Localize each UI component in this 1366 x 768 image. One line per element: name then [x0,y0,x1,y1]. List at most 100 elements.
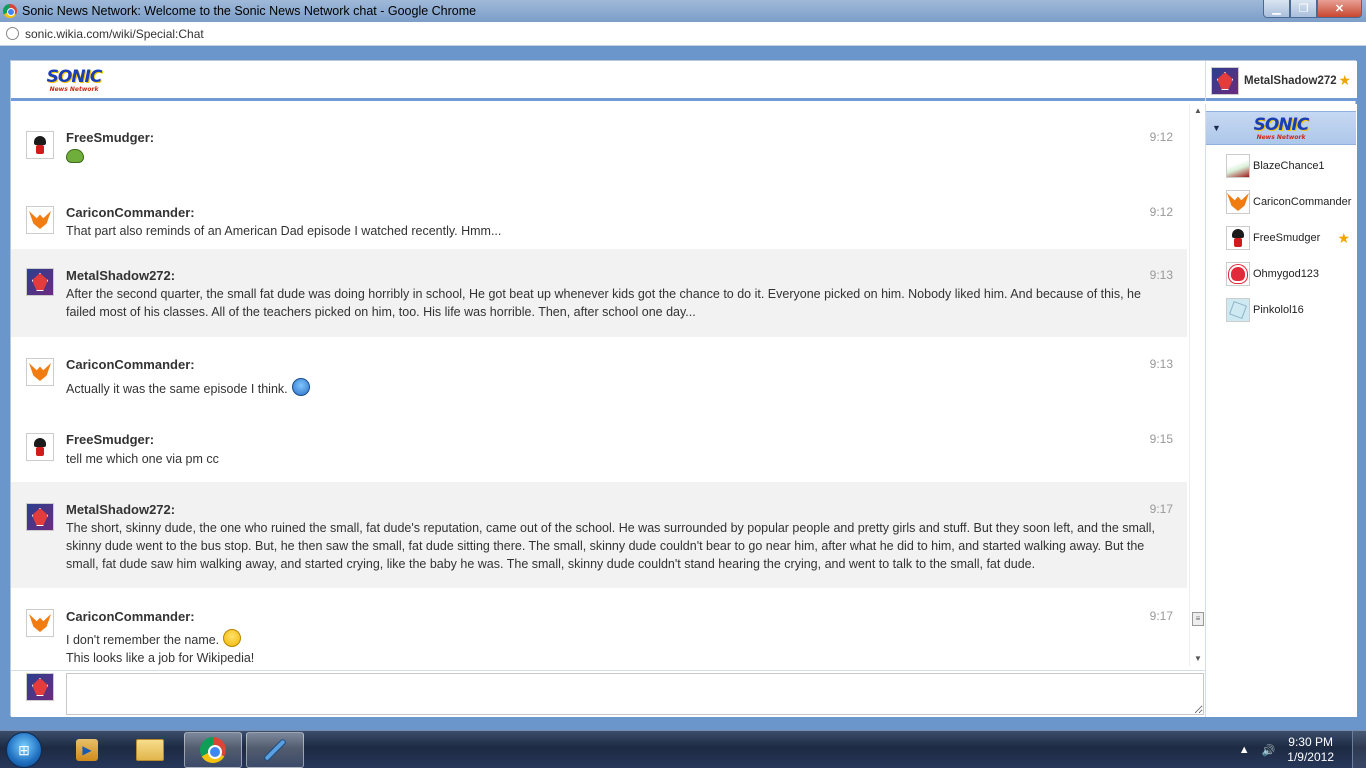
media-player-taskbar-button[interactable]: ▶ [58,732,116,768]
wiki-logo[interactable]: SONIC News Network [45,69,103,93]
user-list-item[interactable]: BlazeChance1 [1226,152,1356,180]
message-username[interactable]: MetalShadow272: [66,502,175,517]
start-button[interactable]: ⊞ [6,732,42,768]
user-avatar [1226,190,1250,214]
user-avatar [1226,298,1250,322]
user-avatar [1226,262,1250,286]
tray-expand-icon[interactable]: ▲ [1239,744,1250,756]
folder-icon [136,739,164,761]
scroll-up-icon[interactable]: ▲ [1190,104,1206,118]
message-text-content: Actually it was the same episode I think… [66,382,288,396]
user-list-item[interactable]: Ohmygod123 [1226,260,1356,288]
chat-message: FreeSmudger: 9:15 tell me which one via … [11,412,1187,482]
show-desktop-button[interactable] [1352,731,1366,768]
message-time: 9:17 [1149,502,1173,516]
star-icon: ★ [1337,230,1350,246]
user-avatar[interactable] [26,206,54,234]
user-name: Pinkolol16 [1253,304,1304,316]
explorer-taskbar-button[interactable] [121,732,179,768]
user-list-item[interactable]: Pinkolol16 [1226,296,1356,324]
current-user-avatar [1211,67,1239,95]
collapse-arrow-icon[interactable]: ▼ [1212,123,1221,133]
chat-message: CariconCommander: 9:13 Actually it was t… [11,337,1187,412]
user-avatar[interactable] [26,268,54,296]
chat-window: SONIC News Network MetalShadow272 ★ Free… [10,60,1357,717]
user-avatar[interactable] [26,131,54,159]
window-controls: ▁ ❐ ✕ [1263,0,1362,18]
message-username[interactable]: CariconCommander: [66,609,195,624]
user-avatar[interactable] [26,358,54,386]
url-text[interactable]: sonic.wikia.com/wiki/Special:Chat [25,27,204,41]
message-time: 9:12 [1149,205,1173,219]
page-background: SONIC News Network MetalShadow272 ★ Free… [0,46,1366,730]
clock[interactable]: 9:30 PM 1/9/2012 [1287,735,1334,765]
chat-header: SONIC News Network MetalShadow272 ★ [11,61,1357,101]
my-avatar [26,673,54,701]
media-player-icon: ▶ [76,739,98,761]
message-text [66,149,1173,168]
current-user-box[interactable]: MetalShadow272 ★ [1205,61,1357,101]
user-list: ▼ SONIC News Network BlazeChance1 Carico… [1205,104,1357,717]
pen-taskbar-button[interactable] [246,732,304,768]
user-avatar [1226,154,1250,178]
system-tray: ▲ 🔊 9:30 PM 1/9/2012 [1239,731,1366,768]
volume-icon[interactable]: 🔊 [1262,744,1276,757]
user-avatar[interactable] [26,609,54,637]
chat-message: CariconCommander: 9:17 I don't remember … [11,588,1187,666]
message-username[interactable]: MetalShadow272: [66,268,175,283]
close-button[interactable]: ✕ [1317,0,1362,18]
user-list-item[interactable]: FreeSmudger ★ [1226,224,1356,252]
message-username[interactable]: CariconCommander: [66,205,195,220]
room-header[interactable]: ▼ SONIC News Network [1206,111,1356,145]
message-text: tell me which one via pm cc [66,452,219,466]
clock-time: 9:30 PM [1288,735,1333,749]
room-logo-text: SONIC [1253,115,1310,135]
message-text: That part also reminds of an American Da… [66,224,502,238]
maximize-button[interactable]: ❐ [1290,0,1317,18]
message-scrollbar[interactable]: ▲ ≡ ▼ [1189,104,1205,666]
chrome-icon [200,737,226,763]
chat-message: MetalShadow272: 9:13 After the second qu… [11,249,1187,337]
message-text: Actually it was the same episode I think… [66,378,1173,398]
message-input[interactable] [66,673,1204,715]
frog-emote-icon [66,149,84,163]
message-username[interactable]: CariconCommander: [66,357,195,372]
message-username[interactable]: FreeSmudger: [66,130,154,145]
address-bar[interactable]: sonic.wikia.com/wiki/Special:Chat [0,22,1366,46]
logo-text: SONIC [46,67,103,87]
message-text: I don't remember the name. This looks li… [66,629,1173,666]
message-username[interactable]: FreeSmudger: [66,432,154,447]
message-text: After the second quarter, the small fat … [66,287,1141,319]
chat-message: FreeSmudger: 9:12 [11,104,1187,179]
window-titlebar: Sonic News Network: Welcome to the Sonic… [0,0,1366,22]
pen-icon [264,739,286,761]
message-text-content: I don't remember the name. [66,633,220,647]
room-logo-subtext: News Network [1256,134,1306,141]
minimize-button[interactable]: ▁ [1263,0,1290,18]
message-time: 9:13 [1149,357,1173,371]
chat-message: CariconCommander: 9:12 That part also re… [11,179,1187,249]
tongue-emote-icon [223,629,242,647]
clock-date: 1/9/2012 [1287,750,1334,764]
laughing-emote-icon [291,378,310,396]
user-avatar[interactable] [26,433,54,461]
scroll-thumb[interactable]: ≡ [1192,612,1204,626]
logo-subtext: News Network [49,86,99,93]
user-name: BlazeChance1 [1253,160,1325,172]
window-title: Sonic News Network: Welcome to the Sonic… [22,4,477,18]
user-name: FreeSmudger [1253,232,1321,244]
user-list-item[interactable]: CariconCommander [1226,188,1356,216]
taskbar: ⊞ ▶ ▲ 🔊 9:30 PM 1/9/2012 [0,730,1366,768]
user-name: Ohmygod123 [1253,268,1320,280]
user-name: CariconCommander [1253,196,1352,208]
chrome-taskbar-button[interactable] [184,732,242,768]
message-input-row [11,670,1205,717]
chrome-icon [3,4,17,18]
page-icon [6,27,19,40]
scroll-down-icon[interactable]: ▼ [1190,652,1206,666]
message-list: FreeSmudger: 9:12 CariconCommander: 9:12… [11,104,1187,666]
room-logo: SONIC News Network [1252,117,1310,141]
message-time: 9:15 [1149,432,1173,446]
user-avatar[interactable] [26,503,54,531]
message-time: 9:13 [1149,268,1173,282]
